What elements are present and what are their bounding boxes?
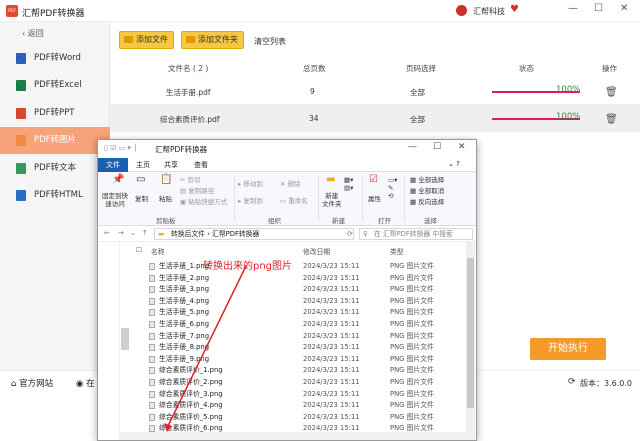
annotation-text: 转换出来的png图片 bbox=[203, 261, 293, 272]
annotation-arrow bbox=[164, 265, 247, 432]
